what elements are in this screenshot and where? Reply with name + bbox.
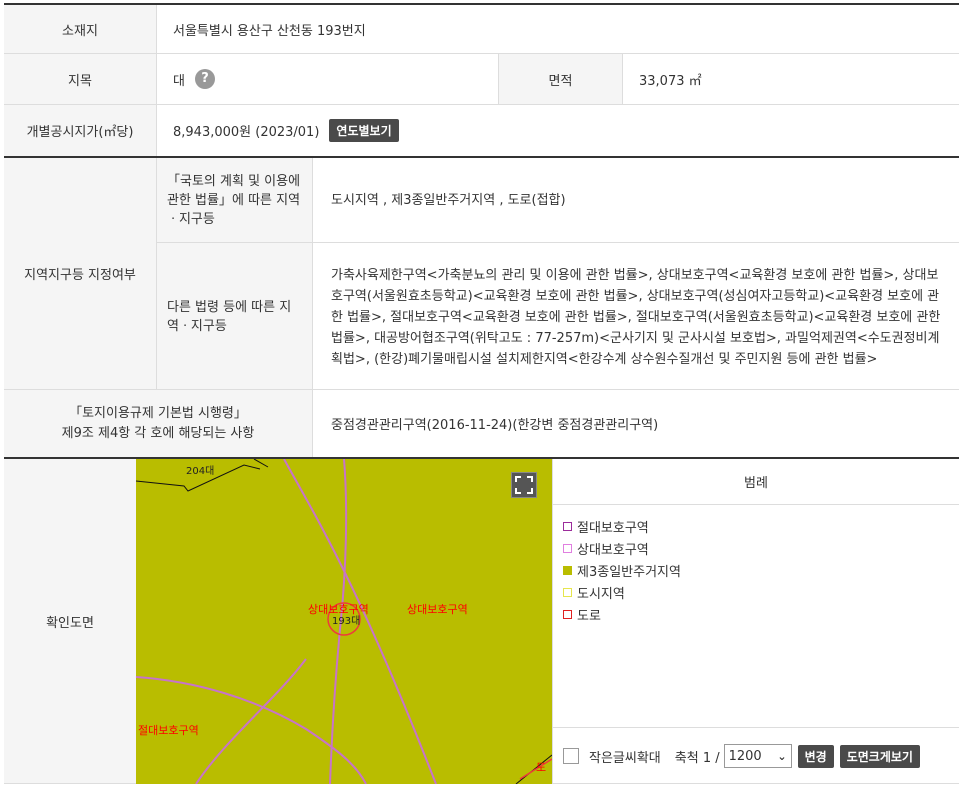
parcel-boundary-top (253, 459, 269, 468)
partial-zone-label: 도 (536, 761, 547, 774)
legend-item: 도로 (563, 603, 681, 625)
legend-swatch (563, 565, 572, 575)
legend-panel: 범례 절대보호구역 상대보호구역 제3종일반주거지역 도시지역 도로 작은글씨확… (552, 459, 959, 784)
absolute-zone-label: 절대보호구역 (138, 724, 199, 737)
map-row: 확인도면 204대 193대 상대보호구역 상대보호구역 절대보호구역 도 범례… (4, 457, 959, 784)
enlarge-map-button[interactable]: 도면크게보기 (839, 744, 920, 768)
regulation-value: 중점경관관리구역(2016-11-24)(한강변 중점경관관리구역) (312, 390, 959, 457)
legend-item-label: 상대보호구역 (577, 542, 649, 558)
expand-icon-glyph (515, 476, 533, 494)
legend-swatch (563, 609, 572, 619)
view-by-year-button[interactable]: 연도별보기 (329, 119, 399, 142)
legend-swatch (563, 521, 572, 531)
zone-label: 지역지구등 지정여부 (4, 158, 156, 389)
legend-swatch (563, 587, 572, 597)
zone-row: 지역지구등 지정여부 「국토의 계획 및 이용에 관한 법률」에 따른 지역ㆍ지… (4, 156, 959, 391)
scale-select[interactable]: 1200 ⌄ (723, 744, 792, 768)
zone-sub2-value: 가축사육제한구역<가축분뇨의 관리 및 이용에 관한 법률>, 상대보호구역<교… (312, 242, 959, 391)
relative-zone-label-a: 상대보호구역 (308, 603, 369, 616)
zone-sub1-value: 도시지역 , 제3종일반주거지역 , 도로(접합) (312, 158, 959, 242)
legend-item-label: 도로 (577, 608, 601, 624)
map-label: 확인도면 (4, 459, 136, 783)
zone-line-diagonal (195, 658, 307, 784)
parcel-label-204: 204대 (186, 466, 215, 477)
legend-item-label: 제3종일반주거지역 (577, 564, 681, 580)
map-view[interactable]: 204대 193대 상대보호구역 상대보호구역 절대보호구역 도 (136, 459, 552, 784)
zone-sub2-label: 다른 법령 등에 따른 지역ㆍ지구등 (156, 242, 312, 391)
price-label: 개별공시지가(㎡당) (4, 105, 156, 156)
regulation-row: 「토지이용규제 기본법 시행령」 제9조 제4항 각 호에 해당되는 사항 중점… (4, 389, 959, 457)
jimok-row: 지목 대 ? 면적 33,073 ㎡ (4, 53, 959, 104)
location-value: 서울특별시 용산구 산천동 193번지 (156, 5, 959, 53)
zone-sub1-label: 「국토의 계획 및 이용에 관한 법률」에 따른 지역ㆍ지구등 (156, 158, 312, 242)
map-controls: 작은글씨확대 축척 1 / 1200 ⌄ 변경 도면크게보기 (553, 727, 959, 784)
regulation-label: 「토지이용규제 기본법 시행령」 제9조 제4항 각 호에 해당되는 사항 (4, 390, 312, 457)
price-value-cell: 8,943,000원 (2023/01) 연도별보기 (156, 105, 959, 156)
legend-list: 절대보호구역 상대보호구역 제3종일반주거지역 도시지역 도로 (563, 515, 681, 625)
legend-title: 범례 (553, 459, 959, 505)
small-text-zoom-label: 작은글씨확대 (589, 750, 661, 766)
jimok-value: 대 (173, 73, 185, 89)
legend-item-label: 도시지역 (577, 586, 625, 602)
area-label: 면적 (498, 54, 622, 104)
location-row: 소재지 서울특별시 용산구 산천동 193번지 (4, 3, 959, 53)
land-use-table: 소재지 서울특별시 용산구 산천동 193번지 지목 대 ? 면적 33,073… (4, 3, 959, 784)
legend-item: 도시지역 (563, 581, 681, 603)
relative-zone-label-b: 상대보호구역 (407, 603, 468, 616)
legend-item-label: 절대보호구역 (577, 520, 649, 536)
regulation-label-line1: 「토지이용규제 기본법 시행령」 (69, 405, 247, 421)
location-label: 소재지 (4, 5, 156, 53)
change-scale-button[interactable]: 변경 (797, 744, 834, 768)
small-text-zoom-checkbox[interactable] (563, 748, 579, 764)
chevron-down-icon: ⌄ (777, 749, 787, 763)
legend-item: 상대보호구역 (563, 537, 681, 559)
jimok-value-cell: 대 ? (156, 54, 498, 104)
help-icon[interactable]: ? (194, 69, 215, 89)
area-value: 33,073 ㎡ (622, 54, 959, 104)
legend-item: 제3종일반주거지역 (563, 559, 681, 581)
price-value: 8,943,000원 (2023/01) (173, 125, 320, 140)
regulation-label-line2: 제9조 제4항 각 호에 해당되는 사항 (61, 425, 255, 441)
legend-item: 절대보호구역 (563, 515, 681, 537)
expand-icon[interactable] (511, 472, 537, 498)
scale-value: 1200 (728, 748, 762, 764)
scale-label: 축척 1 / (674, 750, 720, 766)
jimok-label: 지목 (4, 54, 156, 104)
price-row: 개별공시지가(㎡당) 8,943,000원 (2023/01) 연도별보기 (4, 104, 959, 156)
legend-swatch (563, 543, 572, 553)
